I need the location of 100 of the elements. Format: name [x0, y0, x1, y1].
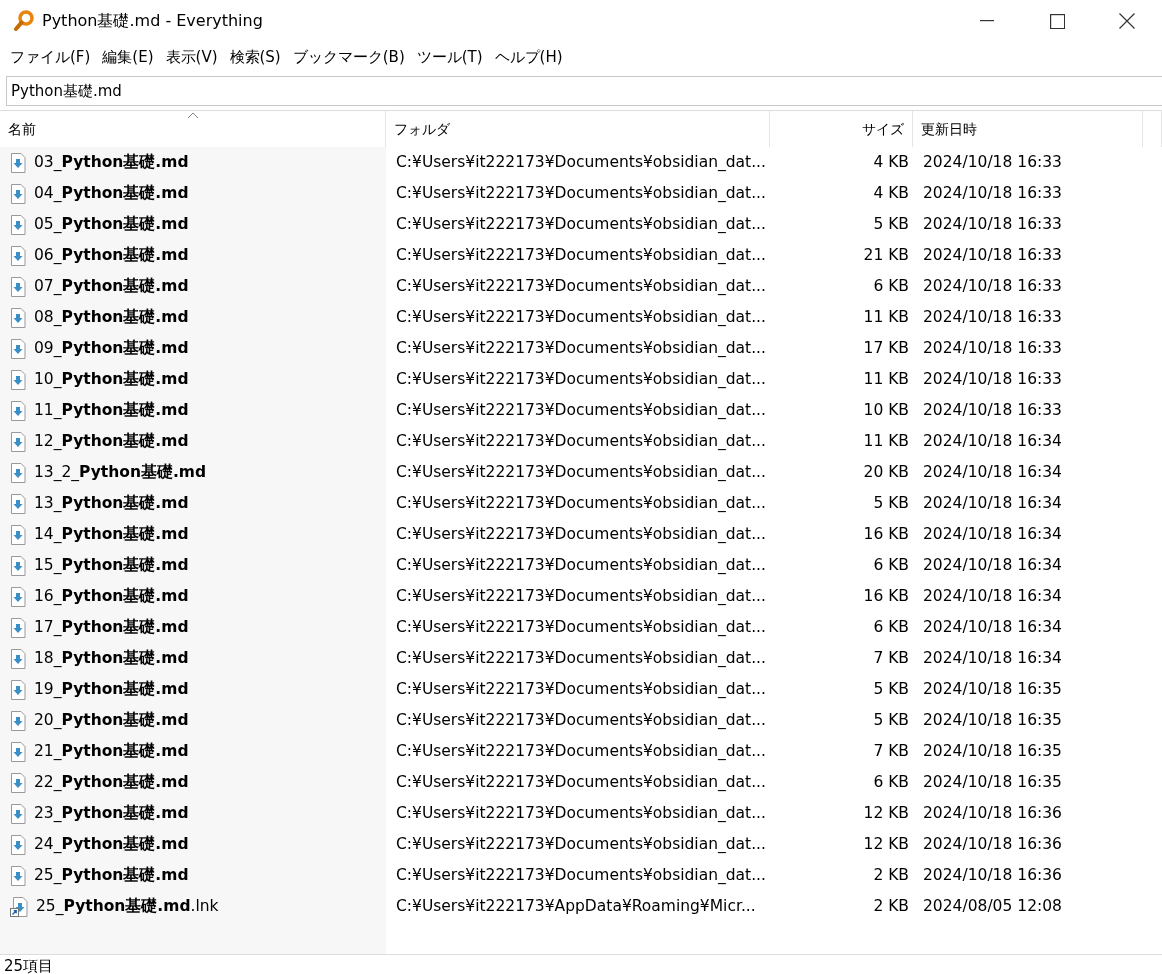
file-size: 11 KB	[863, 306, 909, 328]
folder-path: C:¥Users¥it222173¥Documents¥obsidian_dat...	[396, 244, 766, 266]
folder-path: C:¥Users¥it222173¥Documents¥obsidian_dat...	[396, 740, 766, 762]
folder-path: C:¥Users¥it222173¥Documents¥obsidian_dat...	[396, 306, 766, 328]
folder-path: C:¥Users¥it222173¥Documents¥obsidian_dat...	[396, 678, 766, 700]
modified-date: 2024/10/18 16:34	[923, 616, 1062, 638]
file-size: 12 KB	[863, 802, 909, 824]
document-icon	[10, 834, 26, 855]
folder-path: C:¥Users¥it222173¥Documents¥obsidian_dat...	[396, 337, 766, 359]
file-size: 5 KB	[873, 213, 909, 235]
document-icon	[10, 865, 26, 886]
document-icon	[10, 679, 26, 700]
modified-date: 2024/10/18 16:33	[923, 182, 1062, 204]
file-size: 16 KB	[863, 523, 909, 545]
menu-item[interactable]: 検索(S)	[223, 43, 287, 71]
folder-path: C:¥Users¥it222173¥Documents¥obsidian_dat...	[396, 616, 766, 638]
menu-item[interactable]: ツール(T)	[410, 43, 489, 71]
folder-path: C:¥Users¥it222173¥Documents¥obsidian_dat...	[396, 802, 766, 824]
document-icon	[10, 741, 26, 762]
folder-path: C:¥Users¥it222173¥Documents¥obsidian_dat...	[396, 864, 766, 886]
folder-path: C:¥Users¥it222173¥Documents¥obsidian_dat...	[396, 647, 766, 669]
file-size: 21 KB	[863, 244, 909, 266]
file-size: 4 KB	[873, 182, 909, 204]
file-size: 10 KB	[863, 399, 909, 421]
folder-path: C:¥Users¥it222173¥Documents¥obsidian_dat...	[396, 585, 766, 607]
modified-date: 2024/10/18 16:33	[923, 399, 1062, 421]
modified-date: 2024/10/18 16:34	[923, 430, 1062, 452]
folder-path: C:¥Users¥it222173¥Documents¥obsidian_dat...	[396, 213, 766, 235]
modified-date: 2024/10/18 16:35	[923, 771, 1062, 793]
modified-date: 2024/10/18 16:34	[923, 461, 1062, 483]
modified-date: 2024/10/18 16:33	[923, 213, 1062, 235]
document-icon	[10, 493, 26, 514]
file-size: 6 KB	[873, 771, 909, 793]
folder-path: C:¥Users¥it222173¥Documents¥obsidian_dat...	[396, 461, 766, 483]
folder-path: C:¥Users¥it222173¥Documents¥obsidian_dat...	[396, 275, 766, 297]
document-icon	[10, 710, 26, 731]
file-size: 5 KB	[873, 492, 909, 514]
file-size: 17 KB	[863, 337, 909, 359]
file-size: 6 KB	[873, 616, 909, 638]
document-icon	[10, 803, 26, 824]
document-icon	[10, 214, 26, 235]
document-icon	[10, 245, 26, 266]
modified-date: 2024/10/18 16:36	[923, 864, 1062, 886]
menu-item[interactable]: 編集(E)	[96, 43, 160, 71]
magnifier-icon	[14, 10, 34, 32]
menu-item[interactable]: 表示(V)	[159, 43, 224, 71]
document-icon	[10, 772, 26, 793]
modified-date: 2024/10/18 16:34	[923, 492, 1062, 514]
menu-item[interactable]: ヘルプ(H)	[488, 43, 569, 71]
modified-date: 2024/10/18 16:34	[923, 585, 1062, 607]
document-icon	[10, 462, 26, 483]
file-size: 6 KB	[873, 275, 909, 297]
document-icon	[10, 431, 26, 452]
folder-path: C:¥Users¥it222173¥Documents¥obsidian_dat...	[396, 151, 766, 173]
menu-item[interactable]: ファイル(F)	[4, 43, 97, 71]
file-size: 5 KB	[873, 709, 909, 731]
document-icon	[10, 307, 26, 328]
folder-path: C:¥Users¥it222173¥Documents¥obsidian_dat...	[396, 399, 766, 421]
folder-path: C:¥Users¥it222173¥Documents¥obsidian_dat...	[396, 492, 766, 514]
folder-path: C:¥Users¥it222173¥Documents¥obsidian_dat...	[396, 182, 766, 204]
document-icon	[10, 276, 26, 297]
document-icon	[10, 648, 26, 669]
folder-path: C:¥Users¥it222173¥Documents¥obsidian_dat...	[396, 368, 766, 390]
maximize-icon	[1049, 13, 1065, 29]
modified-date: 2024/10/18 16:34	[923, 647, 1062, 669]
document-icon	[10, 338, 26, 359]
document-icon	[10, 183, 26, 204]
close-icon	[1119, 13, 1135, 29]
modified-date: 2024/10/18 16:35	[923, 740, 1062, 762]
window-title: Python基礎.md - Everything	[42, 10, 264, 32]
document-icon	[10, 555, 26, 576]
modified-date: 2024/10/18 16:33	[923, 275, 1062, 297]
folder-path: C:¥Users¥it222173¥Documents¥obsidian_dat...	[396, 709, 766, 731]
minimize-icon	[980, 20, 994, 22]
modified-date: 2024/10/18 16:36	[923, 833, 1062, 855]
modified-date: 2024/10/18 16:33	[923, 368, 1062, 390]
modified-date: 2024/10/18 16:35	[923, 678, 1062, 700]
document-icon	[10, 369, 26, 390]
file-size: 20 KB	[863, 461, 909, 483]
search-field[interactable]: Python基礎.md	[6, 76, 1162, 106]
file-size: 12 KB	[863, 833, 909, 855]
document-icon	[10, 524, 26, 545]
folder-path: C:¥Users¥it222173¥Documents¥obsidian_dat...	[396, 430, 766, 452]
document-icon	[10, 617, 26, 638]
file-size: 16 KB	[863, 585, 909, 607]
shortcut-document-icon	[10, 896, 28, 917]
file-size: 7 KB	[873, 740, 909, 762]
menu-item[interactable]: ブックマーク(B)	[286, 43, 411, 71]
file-size: 11 KB	[863, 430, 909, 452]
modified-date: 2024/10/18 16:34	[923, 523, 1062, 545]
modified-date: 2024/10/18 16:34	[923, 554, 1062, 576]
file-size: 2 KB	[873, 864, 909, 886]
folder-path: C:¥Users¥it222173¥Documents¥obsidian_dat...	[396, 833, 766, 855]
file-size: 7 KB	[873, 647, 909, 669]
folder-path: C:¥Users¥it222173¥Documents¥obsidian_dat...	[396, 554, 766, 576]
modified-date: 2024/10/18 16:33	[923, 337, 1062, 359]
file-size: 11 KB	[863, 368, 909, 390]
file-size: 6 KB	[873, 554, 909, 576]
file-size: 5 KB	[873, 678, 909, 700]
document-icon	[10, 400, 26, 421]
